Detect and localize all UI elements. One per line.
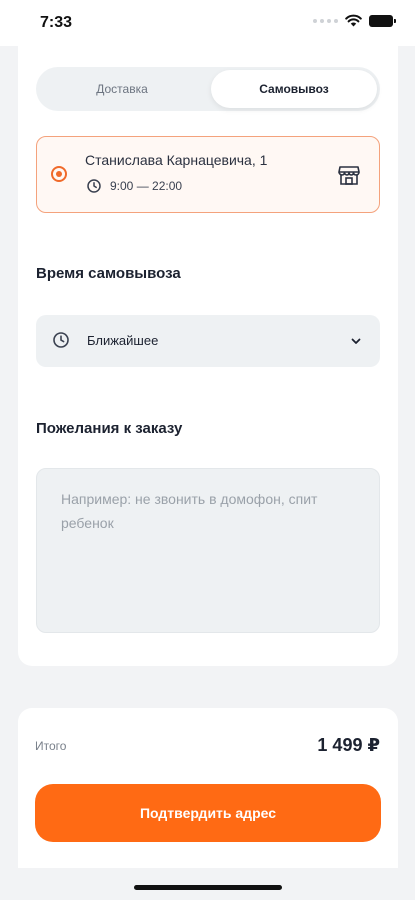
wifi-icon — [345, 14, 362, 27]
order-form-card: Доставка Самовывоз Станислава Карнацевич… — [18, 44, 398, 666]
clock-icon — [87, 179, 101, 193]
order-wishes-input[interactable] — [36, 468, 380, 633]
status-time: 7:33 — [40, 14, 73, 31]
battery-icon — [369, 14, 396, 27]
clock-icon — [53, 332, 69, 348]
tab-pickup[interactable]: Самовывоз — [211, 70, 377, 108]
order-wishes-title: Пожелания к заказу — [36, 420, 183, 437]
status-icons — [313, 14, 396, 27]
home-indicator[interactable] — [134, 885, 282, 890]
tab-delivery[interactable]: Доставка — [36, 67, 208, 111]
total-label: Итого — [35, 739, 67, 753]
pickup-point-option[interactable]: Станислава Карнацевича, 1 9:00 — 22:00 — [36, 136, 380, 213]
status-bar: 7:33 — [0, 0, 415, 46]
pickup-hours: 9:00 — 22:00 — [110, 179, 183, 193]
chevron-down-icon — [351, 338, 361, 344]
pickup-time-select[interactable]: Ближайшее — [36, 315, 380, 367]
radio-selected-icon[interactable] — [51, 166, 67, 182]
pickup-address: Станислава Карнацевича, 1 — [85, 152, 268, 168]
delivery-type-switch: Доставка Самовывоз — [36, 67, 380, 111]
confirm-address-button[interactable]: Подтвердить адрес — [35, 784, 381, 842]
total-value: 1 499 ₽ — [317, 735, 380, 755]
signal-icon — [313, 18, 338, 23]
store-icon — [338, 166, 360, 185]
pickup-time-value: Ближайшее — [87, 333, 159, 348]
pickup-time-title: Время самовывоза — [36, 265, 181, 282]
order-summary-panel: Итого 1 499 ₽ Подтвердить адрес — [18, 708, 398, 868]
pickup-hours-row: 9:00 — 22:00 — [87, 179, 182, 193]
